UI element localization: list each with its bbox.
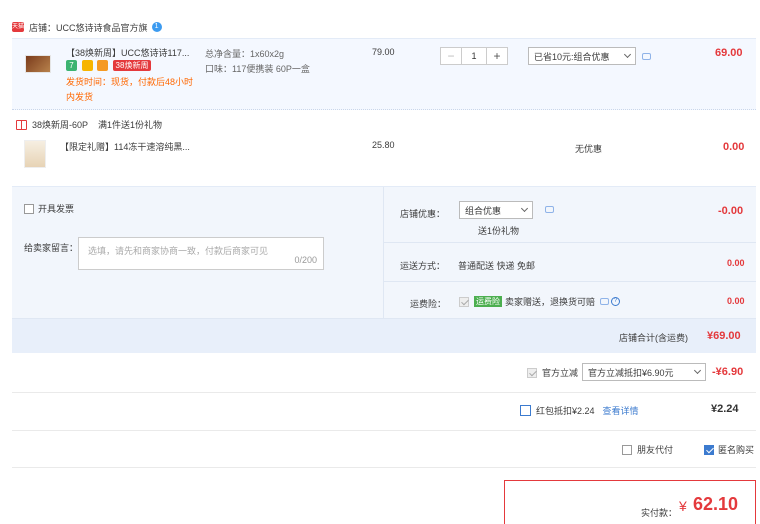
anonymous-checkbox[interactable] bbox=[704, 444, 714, 455]
product-subtotal: 69.00 bbox=[715, 47, 743, 59]
anonymous-option[interactable]: 匿名购买 bbox=[704, 443, 754, 456]
store-label: 店铺： bbox=[29, 22, 57, 33]
anonymous-label: 匿名购买 bbox=[718, 445, 755, 455]
product-promo-select[interactable]: 已省10元:组合优惠 bbox=[528, 47, 636, 65]
store-promo-comment-icon[interactable] bbox=[545, 206, 554, 213]
shipping-value: 普通配送 快递 免邮 bbox=[458, 261, 536, 271]
ship-note-line1: 发货时间：现货，付款后48小时 bbox=[66, 77, 194, 87]
store-promo-label: 店铺优惠： bbox=[400, 209, 446, 219]
gift-item-row: 【限定礼赠】114冻干速溶纯黑... 25.80 无优惠 0.00 bbox=[12, 132, 756, 180]
panel-row-divider bbox=[384, 242, 756, 243]
redpacket-details-link[interactable]: 查看详情 bbox=[603, 404, 639, 417]
redpacket-option: 红包抵扣¥2.24 查看详情 bbox=[520, 404, 639, 417]
store-name-link[interactable]: UCC悠诗诗食品官方旗 bbox=[56, 21, 148, 34]
decrease-quantity-button[interactable]: − bbox=[441, 48, 461, 64]
memo-counter: 0/200 bbox=[294, 255, 317, 265]
product-attr-flavor: 口味：117便携装 60P一盒 bbox=[205, 64, 310, 74]
quantity-stepper: − 1 + bbox=[440, 47, 508, 65]
quantity-input[interactable]: 1 bbox=[461, 48, 487, 64]
official-discount-option: 官方立减 bbox=[527, 366, 578, 379]
friend-pay-option[interactable]: 朋友代付 bbox=[622, 443, 673, 456]
insurance-tag: 运费险 bbox=[474, 296, 502, 307]
product-title-link[interactable]: 【38焕新周】UCC悠诗诗117... bbox=[66, 46, 206, 59]
redpacket-checkbox[interactable] bbox=[520, 405, 531, 416]
gift-promo-text: 无优惠 bbox=[575, 144, 603, 154]
invoice-label: 开具发票 bbox=[38, 204, 75, 214]
gift-promo-title: 38焕新周-60P bbox=[32, 120, 89, 130]
invoice-option[interactable]: 开具发票 bbox=[24, 202, 74, 215]
official-discount-value: 官方立减抵扣¥6.90元 bbox=[588, 367, 674, 378]
gift-promo-rule: 满1件送1份礼物 bbox=[98, 120, 163, 130]
panel-row-divider bbox=[384, 281, 756, 282]
official-discount-checkbox bbox=[527, 367, 537, 378]
insurance-checkbox bbox=[459, 296, 469, 307]
friend-pay-checkbox[interactable] bbox=[622, 444, 632, 455]
product-service-icons: 7 38焕新周 bbox=[66, 60, 152, 72]
redpacket-amount: ¥2.24 bbox=[711, 403, 739, 415]
memo-label: 给卖家留言： bbox=[24, 243, 79, 253]
official-discount-label: 官方立减 bbox=[542, 368, 579, 378]
insurance-amount: 0.00 bbox=[727, 296, 745, 306]
store-promo-sub: 送1份礼物 bbox=[478, 226, 520, 236]
product-attr-weight: 总净含量：1x60x2g bbox=[205, 49, 285, 59]
store-promo-amount: -0.00 bbox=[718, 205, 744, 217]
store-total-bar: 店铺合计(含运费) ¥69.00 bbox=[12, 319, 756, 353]
shipping-amount: 0.00 bbox=[727, 258, 745, 268]
store-header: 天猫 店铺： UCC悠诗诗食品官方旗 1 bbox=[12, 18, 162, 36]
credit-card-icon bbox=[97, 60, 109, 72]
promo-comment-icon[interactable] bbox=[642, 53, 651, 60]
help-icon[interactable]: ? bbox=[611, 297, 621, 306]
insurance-comment-icon[interactable] bbox=[600, 298, 610, 305]
seven-day-return-icon: 7 bbox=[66, 60, 77, 72]
seller-memo-textarea[interactable]: 选填，请先和商家协商一致，付款后商家可见 0/200 bbox=[78, 237, 324, 270]
chevron-down-icon bbox=[623, 50, 632, 59]
payment-amount: 62.10 bbox=[693, 494, 739, 514]
store-total-label: 店铺合计(含运费) bbox=[619, 333, 688, 343]
gift-subtotal: 0.00 bbox=[723, 141, 745, 153]
gift-header: 38焕新周-60P 满1件送1份礼物 bbox=[16, 118, 162, 131]
memo-placeholder: 选填，请先和商家协商一致，付款后商家可见 bbox=[88, 246, 269, 256]
gift-thumbnail[interactable] bbox=[24, 140, 46, 168]
row-divider bbox=[12, 467, 756, 468]
increase-quantity-button[interactable]: + bbox=[487, 48, 507, 64]
row-divider bbox=[12, 430, 756, 431]
friend-pay-label: 朋友代付 bbox=[637, 445, 674, 455]
store-promo-select[interactable]: 组合优惠 bbox=[459, 201, 533, 219]
panel-divider bbox=[383, 187, 384, 318]
shipping-label: 运送方式： bbox=[400, 261, 446, 271]
chevron-down-icon bbox=[693, 366, 702, 375]
row-divider bbox=[12, 392, 756, 393]
product-promo-value: 已省10元:组合优惠 bbox=[534, 51, 610, 62]
payment-summary-box: 实付款： ¥ 62.10 bbox=[504, 480, 756, 524]
promo-tag-38: 38焕新周 bbox=[112, 60, 152, 72]
wangwang-chat-icon[interactable]: 1 bbox=[151, 22, 162, 32]
payment-label: 实付款： bbox=[641, 508, 678, 518]
order-options-panel: 开具发票 给卖家留言： 选填，请先和商家协商一致，付款后商家可见 0/200 店… bbox=[12, 186, 756, 353]
official-discount-select[interactable]: 官方立减抵扣¥6.90元 bbox=[582, 363, 706, 381]
insurance-option: 运费险 卖家赠送，退换货可赔 ? bbox=[459, 295, 621, 308]
official-discount-amount: -¥6.90 bbox=[712, 366, 744, 378]
store-promo-value: 组合优惠 bbox=[465, 205, 502, 216]
guarantee-icon bbox=[81, 60, 93, 72]
payment-currency: ¥ bbox=[679, 498, 687, 514]
gift-unit-price: 25.80 bbox=[372, 140, 395, 150]
insurance-label: 运费险： bbox=[410, 299, 447, 309]
invoice-checkbox[interactable] bbox=[24, 203, 34, 214]
redpacket-label: 红包抵扣¥2.24 bbox=[536, 406, 595, 416]
gift-icon bbox=[16, 119, 27, 130]
tmall-store-icon: 天猫 bbox=[12, 22, 25, 32]
ship-note-line2: 内发货 bbox=[66, 92, 94, 102]
chevron-down-icon bbox=[520, 204, 529, 213]
product-row: 【38焕新周】UCC悠诗诗117... 7 38焕新周 发货时间：现货，付款后4… bbox=[12, 38, 756, 110]
unit-price: 79.00 bbox=[372, 47, 395, 57]
store-total-amount: ¥69.00 bbox=[707, 330, 741, 342]
gift-title-link[interactable]: 【限定礼赠】114冻干速溶纯黑... bbox=[60, 140, 190, 153]
product-thumbnail[interactable] bbox=[25, 55, 51, 73]
insurance-text: 卖家赠送，退换货可赔 bbox=[505, 297, 596, 307]
